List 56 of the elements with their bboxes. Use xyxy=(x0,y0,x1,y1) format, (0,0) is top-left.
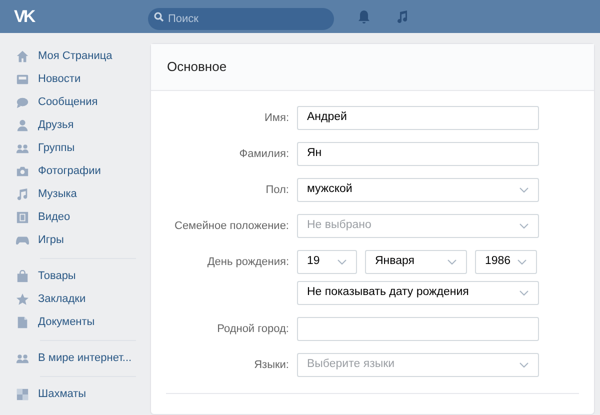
input-field[interactable]: Ян xyxy=(297,142,539,166)
sidebar-item[interactable]: Закладки xyxy=(0,288,150,311)
chevron-down-icon xyxy=(517,259,527,265)
sidebar-item[interactable]: Музыка xyxy=(0,183,150,206)
chevron-down-icon xyxy=(519,290,529,296)
dropdown[interactable]: 19 xyxy=(297,250,357,274)
music-note-icon[interactable] xyxy=(396,10,408,24)
sidebar-item[interactable]: Шахматы xyxy=(0,383,150,406)
dropdown[interactable]: Не показывать дату рождения xyxy=(297,281,539,305)
field-label: Фамилия: xyxy=(239,148,289,160)
chevron-down-icon xyxy=(519,362,529,368)
field-label: Пол: xyxy=(266,184,289,196)
chevron-down-icon xyxy=(519,223,529,229)
dropdown[interactable]: 1986 xyxy=(475,250,537,274)
search-icon xyxy=(154,12,164,22)
camera-icon xyxy=(16,165,29,178)
sidebar-item[interactable]: В мире интернет... xyxy=(0,347,150,370)
sidebar-item[interactable]: Фотографии xyxy=(0,160,150,183)
bell-icon[interactable] xyxy=(358,10,370,24)
chevron-down-icon xyxy=(337,259,347,265)
chessboard-icon xyxy=(16,388,29,401)
music-note-icon xyxy=(16,188,29,201)
sidebar-item[interactable]: Документы xyxy=(0,311,150,334)
sidebar-item[interactable]: Моя Страница xyxy=(0,45,150,68)
dropdown[interactable]: Января xyxy=(365,250,467,274)
search-field[interactable]: Поиск xyxy=(148,8,334,30)
sidebar-item[interactable]: Сообщения xyxy=(0,91,150,114)
people-icon xyxy=(16,352,29,365)
sidebar-item[interactable]: Товары xyxy=(0,265,150,288)
field-label: Родной город: xyxy=(217,322,289,335)
input-field[interactable] xyxy=(297,317,539,341)
people-icon xyxy=(16,142,29,155)
gamepad-icon xyxy=(16,234,29,247)
chevron-down-icon xyxy=(447,259,457,265)
shopping-bag-icon xyxy=(16,270,29,283)
speech-bubble-icon xyxy=(16,96,29,109)
field-label: Языки: xyxy=(254,358,289,371)
field-label: Семейное положение: xyxy=(174,220,289,232)
sidebar-item[interactable]: Группы xyxy=(0,137,150,160)
star-icon xyxy=(16,293,29,306)
field-label: День рождения: xyxy=(207,256,289,268)
sidebar-item[interactable]: Игры xyxy=(0,229,150,252)
document-icon xyxy=(16,316,29,329)
person-icon xyxy=(16,119,29,132)
film-icon xyxy=(16,211,29,224)
dropdown[interactable]: мужской xyxy=(297,178,539,202)
field-label: Имя: xyxy=(264,112,289,124)
house-icon xyxy=(16,50,29,63)
sidebar-item[interactable]: Друзья xyxy=(0,114,150,137)
sidebar-item[interactable]: Видео xyxy=(0,206,150,229)
logo[interactable]: VK xyxy=(14,4,44,30)
card-title: Основное xyxy=(167,58,227,76)
sidebar-item[interactable]: Новости xyxy=(0,68,150,91)
chevron-down-icon xyxy=(519,187,529,193)
input-field[interactable]: Андрей xyxy=(297,106,539,130)
newspaper-icon xyxy=(16,73,29,86)
